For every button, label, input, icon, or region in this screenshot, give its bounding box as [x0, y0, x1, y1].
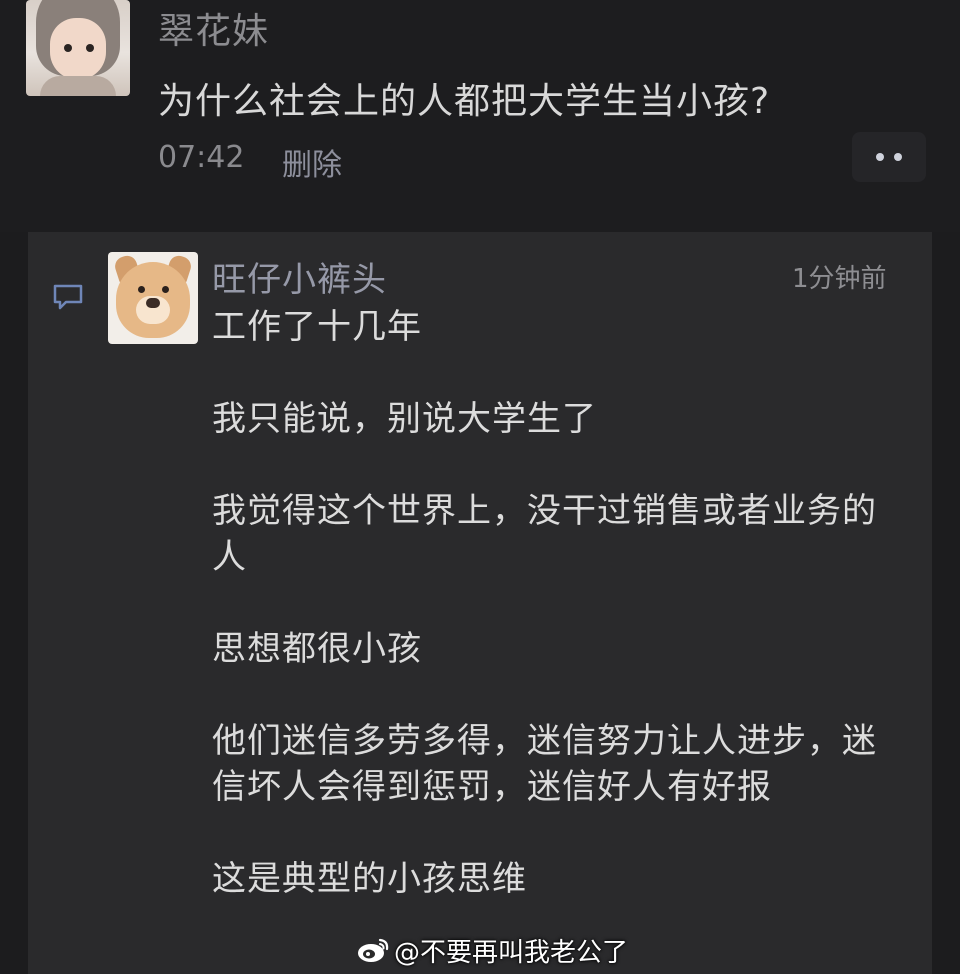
- comment-author-name[interactable]: 旺仔小裤头: [212, 252, 387, 301]
- more-dots-icon: [876, 153, 884, 161]
- post-author-avatar[interactable]: [26, 0, 130, 96]
- dog-eye-right: [162, 286, 169, 293]
- avatar-eye-right: [86, 44, 94, 52]
- comment-timestamp: 1分钟前: [792, 264, 887, 294]
- avatar-eye-left: [64, 44, 72, 52]
- comment-author-avatar[interactable]: [108, 252, 198, 344]
- post-timestamp: 07:42: [158, 140, 245, 175]
- dog-eye-left: [138, 286, 145, 293]
- comment-text: 工作了十几年 我只能说，别说大学生了 我觉得这个世界上，没干过销售或者业务的人 …: [212, 304, 902, 948]
- comment-paragraph: 这是典型的小孩思维: [212, 859, 527, 899]
- comment-bubble-icon: [53, 284, 83, 310]
- more-dots-icon: [894, 153, 902, 161]
- comment-paragraph: 我只能说，别说大学生了: [212, 399, 597, 439]
- comment-paragraph: 思想都很小孩: [212, 629, 422, 669]
- comment-paragraph: 他们迷信多劳多得，迷信努力让人进步，迷信坏人会得到惩罚，迷信好人有好报: [212, 721, 877, 807]
- watermark: @不要再叫我老公了: [356, 930, 628, 970]
- post-text: 为什么社会上的人都把大学生当小孩?: [158, 81, 771, 122]
- comment-paragraph: 工作了十几年: [212, 307, 422, 347]
- comment-paragraph: 我觉得这个世界上，没干过销售或者业务的人: [212, 491, 877, 577]
- moment-post: 翠花妹 为什么社会上的人都把大学生当小孩? 07:42 删除: [0, 0, 960, 232]
- avatar-body: [40, 76, 116, 96]
- avatar-face: [50, 18, 106, 80]
- watermark-text: @不要再叫我老公了: [394, 937, 629, 968]
- dog-nose: [146, 298, 160, 308]
- weibo-logo-icon: [358, 938, 389, 962]
- more-options-button[interactable]: [852, 132, 926, 182]
- delete-link[interactable]: 删除: [282, 140, 342, 184]
- post-author-name[interactable]: 翠花妹: [158, 2, 269, 54]
